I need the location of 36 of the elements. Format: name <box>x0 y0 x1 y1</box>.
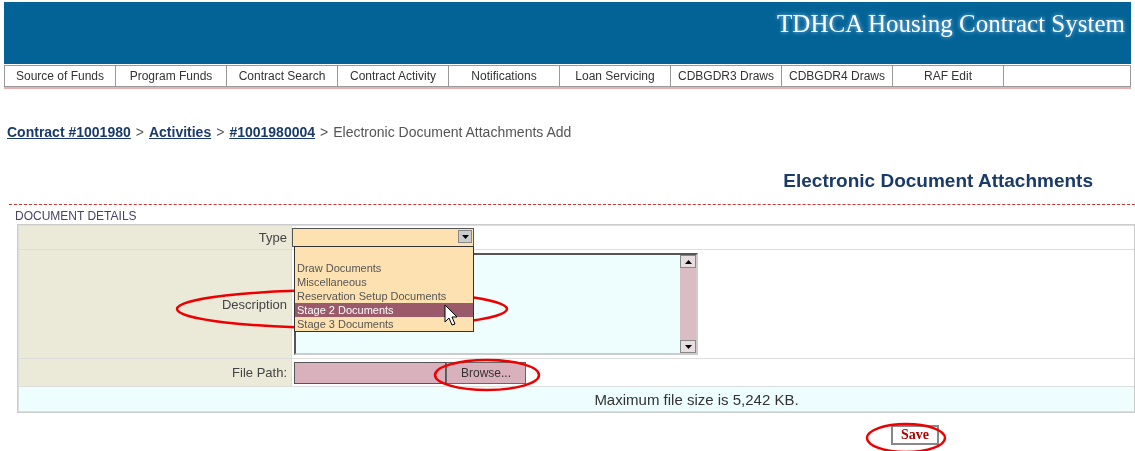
save-button[interactable]: Save <box>891 425 939 445</box>
browse-button[interactable]: Browse... <box>446 361 526 384</box>
nav-tab[interactable]: RAF Edit <box>893 65 1004 87</box>
file-path-field[interactable] <box>294 361 446 384</box>
field-label: Type <box>19 226 291 249</box>
scroll-down-icon[interactable] <box>680 340 696 353</box>
field-label: Description <box>19 250 291 358</box>
site-title: TDHCA Housing Contract System <box>777 10 1125 38</box>
scroll-up-icon[interactable] <box>680 255 696 268</box>
nav-tab[interactable]: Loan Servicing <box>560 65 671 87</box>
nav-tab[interactable]: Contract Search <box>227 65 338 87</box>
dropdown-option[interactable]: Draw Documents <box>295 261 473 275</box>
file-size-note: Maximum file size is 5,242 KB. <box>594 390 799 408</box>
nav-tab[interactable]: Notifications <box>449 65 560 87</box>
nav-tab[interactable]: CDBGDR3 Draws <box>671 65 782 87</box>
dropdown-option[interactable]: Reservation Setup Documents <box>295 289 473 303</box>
nav-tab[interactable]: Source of Funds <box>4 65 116 87</box>
dropdown-option[interactable]: Stage 3 Documents <box>295 317 473 331</box>
section-heading: DOCUMENT DETAILS <box>15 209 137 223</box>
breadcrumb-current: Electronic Document Attachments Add <box>333 124 572 140</box>
mouse-pointer-icon <box>444 304 458 326</box>
breadcrumb-link[interactable]: Contract #1001980 <box>7 124 131 140</box>
breadcrumb-link[interactable]: Activities <box>148 124 212 140</box>
dropdown-option[interactable]: Stage 2 Documents <box>295 303 473 317</box>
breadcrumb-link[interactable]: #1001980004 <box>229 124 316 140</box>
breadcrumb-separator: > <box>216 124 225 140</box>
nav-tab[interactable]: Program Funds <box>116 65 227 87</box>
breadcrumb-separator: > <box>135 124 144 140</box>
nav-tab[interactable]: Contract Activity <box>338 65 449 87</box>
dropdown-option[interactable]: Miscellaneous <box>295 275 473 289</box>
breadcrumb-separator: > <box>320 124 329 140</box>
type-select[interactable] <box>292 228 474 247</box>
page-title: Electronic Document Attachments <box>783 170 1093 192</box>
field-label: File Path: <box>19 359 291 386</box>
scrollbar[interactable] <box>680 255 696 353</box>
nav-tab[interactable]: CDBGDR4 Draws <box>782 65 893 87</box>
